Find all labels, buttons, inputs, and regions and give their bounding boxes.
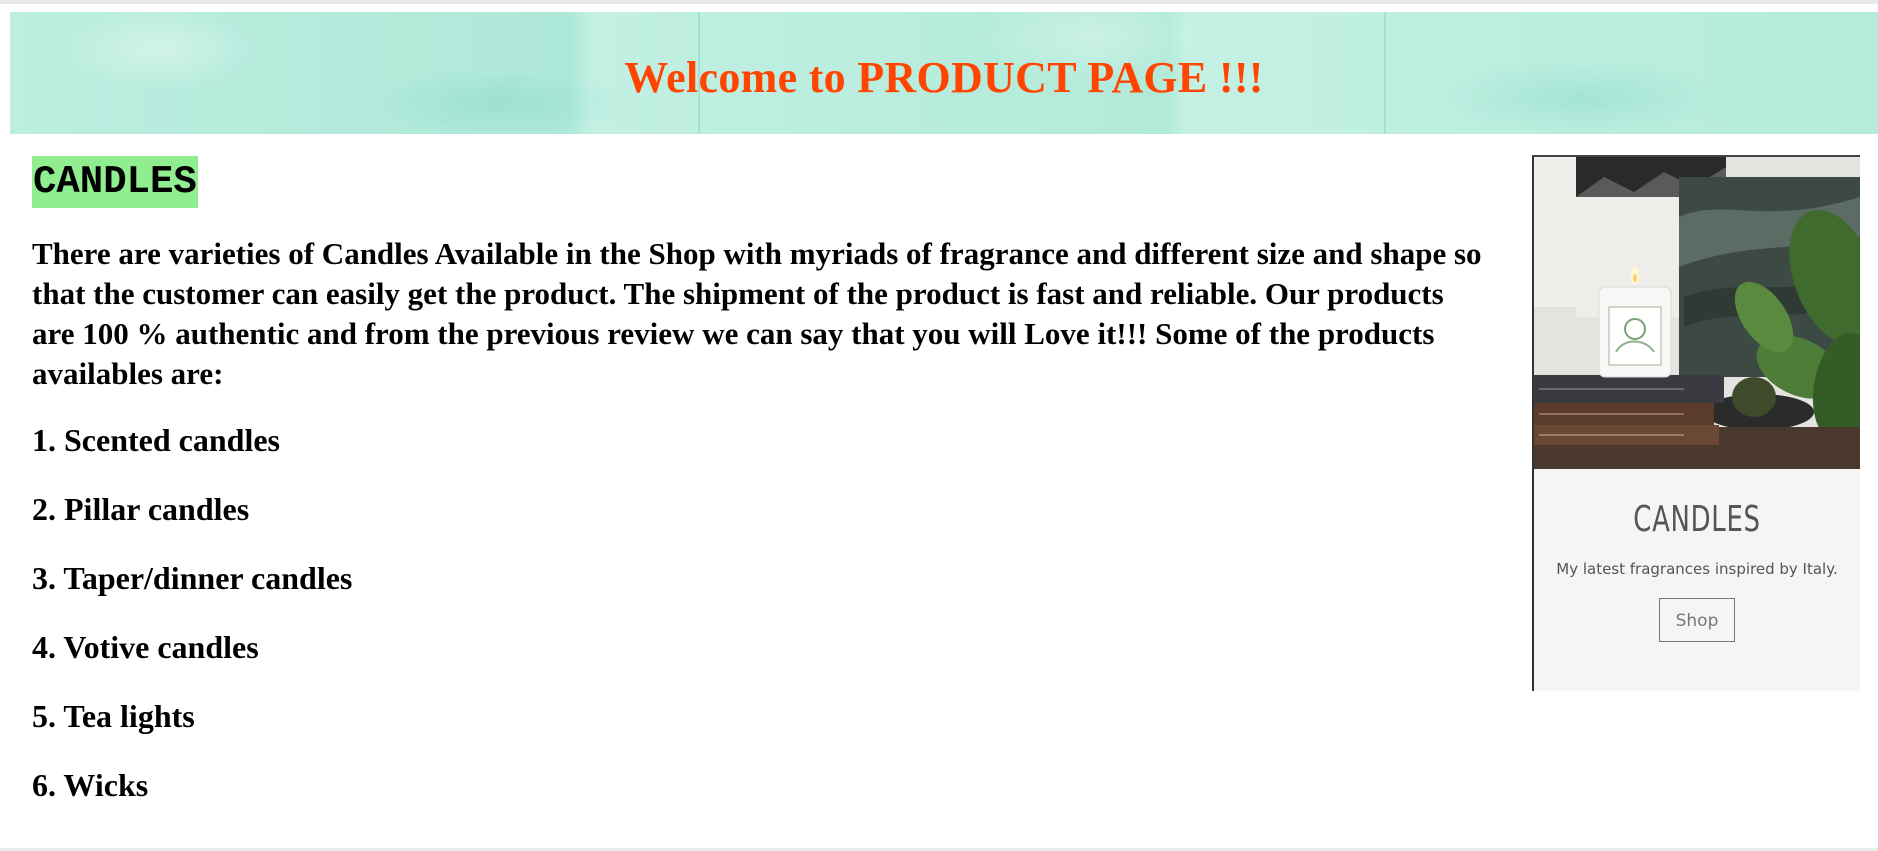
- product-list: 1. Scented candles 2. Pillar candles 3. …: [32, 422, 1492, 804]
- list-item: 1. Scented candles: [32, 422, 280, 458]
- main-content: CANDLES There are varieties of Candles A…: [32, 156, 1492, 836]
- card-subtitle: My latest fragrances inspired by Italy.: [1556, 560, 1838, 578]
- product-card: CANDLES My latest fragrances inspired by…: [1532, 155, 1860, 691]
- candle-photo-illustration: [1534, 157, 1860, 469]
- category-heading: CANDLES: [32, 156, 198, 208]
- list-item: 4. Votive candles: [32, 629, 259, 665]
- card-body: CANDLES My latest fragrances inspired by…: [1534, 469, 1860, 691]
- candle-photo: [1534, 157, 1860, 469]
- list-item: 3. Taper/dinner candles: [32, 560, 353, 596]
- page-title: Welcome to PRODUCT PAGE !!!: [624, 52, 1264, 102]
- list-item: 6. Wicks: [32, 767, 149, 803]
- card-title: CANDLES: [1633, 499, 1761, 540]
- list-item: 2. Pillar candles: [32, 491, 250, 527]
- header-texture-seam: [1384, 12, 1386, 134]
- top-border: [0, 0, 1878, 4]
- shop-button[interactable]: Shop: [1659, 598, 1735, 642]
- intro-paragraph: There are varieties of Candles Available…: [32, 236, 1482, 391]
- list-item: 5. Tea lights: [32, 698, 195, 734]
- page-header: Welcome to PRODUCT PAGE !!!: [10, 12, 1878, 134]
